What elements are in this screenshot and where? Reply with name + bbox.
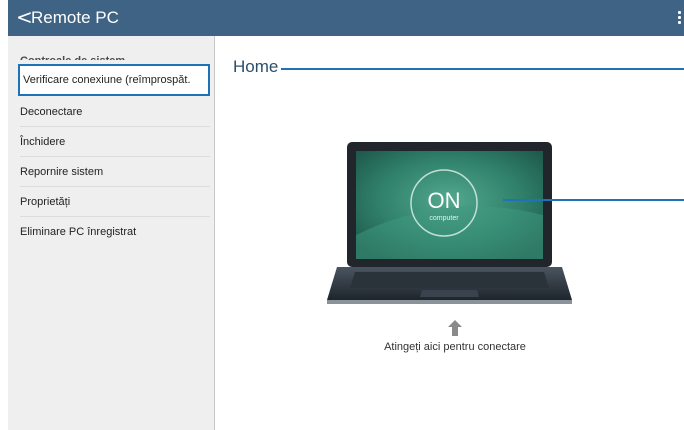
sidebar-item-properties[interactable]: Proprietăți (20, 187, 210, 217)
sidebar-item-remove-pc[interactable]: Eliminare PC înregistrat (20, 217, 210, 247)
section-title-system-controls: Controale de sistem (20, 52, 125, 60)
laptop-icon: ON computer (327, 142, 572, 304)
sidebar-item-shutdown[interactable]: Închidere (20, 127, 210, 157)
screen-sub-text: computer (429, 215, 459, 222)
sidebar-item-restart[interactable]: Repornire sistem (20, 157, 210, 187)
home-label: Home (233, 57, 279, 76)
tap-to-connect-label: Atingeți aici pentru conectare (384, 341, 526, 353)
main-panel: Home ON computer Atingeți aici pentru co… (215, 36, 684, 430)
sidebar: Controale de sistem Verificare conexiune… (8, 36, 215, 430)
app-title: Remote PC (31, 8, 119, 27)
overflow-menu-icon[interactable] (678, 11, 682, 27)
left-margin (0, 0, 8, 430)
laptop-connect-button[interactable]: ON computer (327, 140, 572, 310)
app-bar: < Remote PC (8, 0, 684, 36)
sidebar-item-disconnect[interactable]: Deconectare (20, 97, 210, 127)
laptop-callout-line (503, 199, 684, 201)
home-callout-line (281, 68, 684, 70)
arrow-up-icon (448, 320, 462, 336)
sidebar-item-check-connection[interactable]: Verificare conexiune (reîmprospăt. (18, 64, 210, 96)
screen-status-text: ON (428, 188, 461, 213)
